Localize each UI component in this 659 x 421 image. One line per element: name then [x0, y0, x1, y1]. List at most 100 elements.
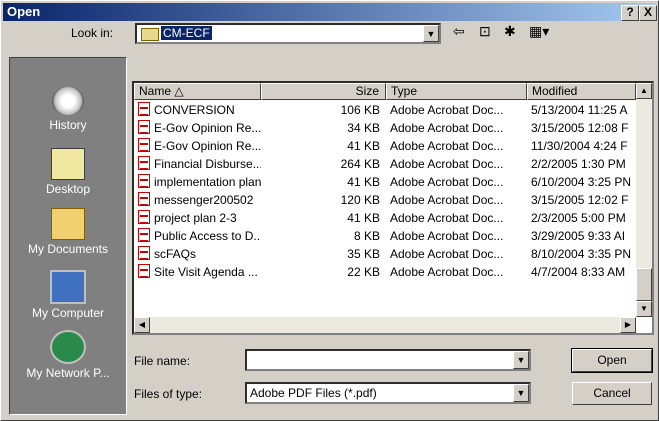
places-bar: History Desktop My Documents My Computer…	[9, 57, 127, 415]
file-name-cell: Public Access to D...	[154, 229, 261, 243]
file-size-cell: 41 KB	[347, 175, 380, 189]
file-name-cell: scFAQs	[154, 247, 197, 261]
table-row[interactable]: Public Access to D... 8 KB Adobe Acrobat D…	[134, 227, 634, 245]
table-row[interactable]: implementation plan 41 KB Adobe Acrobat Do…	[134, 173, 634, 191]
pdf-file-icon	[138, 264, 150, 278]
look-in-select[interactable]: CM-ECF ▼	[135, 23, 441, 44]
file-type-cell: Adobe Acrobat Doc...	[390, 247, 504, 261]
file-size-cell: 8 KB	[353, 229, 380, 243]
file-name-cell: CONVERSION	[154, 103, 235, 117]
window-title: Open	[7, 4, 41, 19]
my-computer-icon	[50, 270, 86, 304]
table-row[interactable]: E-Gov Opinion Re... 41 KB Adobe Acrobat Do…	[134, 137, 634, 155]
table-row[interactable]: Site Visit Agenda ... 22 KB Adobe Acrobat …	[134, 263, 634, 281]
pdf-file-icon	[138, 246, 150, 260]
file-name-cell: Financial Disburse...	[154, 157, 261, 171]
file-name-cell: E-Gov Opinion Re...	[154, 139, 261, 153]
table-row[interactable]: CONVERSION 106 KB Adobe Acrobat Doc... 5/13…	[134, 101, 634, 119]
file-type-cell: Adobe Acrobat Doc...	[390, 157, 504, 171]
chevron-down-icon[interactable]: ▼	[513, 351, 529, 369]
file-modified-cell: 5/13/2004 11:25 A	[531, 103, 628, 117]
table-row[interactable]: Financial Disburse... 264 KB Adobe Acrobat…	[134, 155, 634, 173]
column-header-modified[interactable]: Modified	[527, 83, 636, 100]
help-button[interactable]: ?	[621, 5, 639, 21]
file-type-cell: Adobe Acrobat Doc...	[390, 193, 504, 207]
file-type-cell: Adobe Acrobat Doc...	[390, 121, 504, 135]
place-history[interactable]: History	[10, 86, 126, 132]
pdf-file-icon	[138, 192, 150, 206]
scroll-down-icon[interactable]: ▼	[636, 301, 652, 317]
my-documents-icon	[51, 208, 85, 240]
pdf-file-icon	[138, 120, 150, 134]
file-modified-cell: 6/10/2004 3:25 PN	[531, 175, 632, 189]
column-header-size[interactable]: Size	[261, 83, 386, 100]
back-icon[interactable]: ⇦	[453, 23, 465, 40]
file-name-label: File name:	[134, 354, 191, 368]
place-network[interactable]: My Network P...	[10, 330, 126, 380]
close-button[interactable]: X	[639, 5, 657, 21]
place-my-computer[interactable]: My Computer	[10, 270, 126, 320]
desktop-icon	[51, 148, 85, 180]
scroll-left-icon[interactable]: ◀	[134, 317, 150, 333]
file-name-cell: implementation plan	[154, 175, 261, 189]
table-row[interactable]: E-Gov Opinion Re... 34 KB Adobe Acrobat Do…	[134, 119, 634, 137]
place-desktop[interactable]: Desktop	[10, 148, 126, 196]
file-size-cell: 34 KB	[347, 121, 380, 135]
pdf-file-icon	[138, 210, 150, 224]
file-type-cell: Adobe Acrobat Doc...	[390, 139, 504, 153]
file-name-cell: messenger200502	[154, 193, 254, 207]
file-size-cell: 35 KB	[347, 247, 380, 261]
column-header-type[interactable]: Type	[386, 83, 527, 100]
pdf-file-icon	[138, 138, 150, 152]
file-modified-cell: 4/7/2004 8:33 AM	[531, 265, 626, 279]
file-type-select[interactable]: Adobe PDF Files (*.pdf) ▼	[245, 382, 531, 404]
file-size-cell: 22 KB	[347, 265, 380, 279]
file-modified-cell: 3/29/2005 9:33 AI	[531, 229, 626, 243]
table-row[interactable]: messenger200502 120 KB Adobe Acrobat Doc..…	[134, 191, 634, 209]
look-in-value: CM-ECF	[161, 26, 212, 40]
table-row[interactable]: scFAQs 35 KB Adobe Acrobat Doc... 8/10/2004…	[134, 245, 634, 263]
new-folder-icon[interactable]: ✱	[504, 23, 516, 40]
folder-icon	[141, 28, 159, 41]
chevron-down-icon[interactable]: ▼	[513, 384, 529, 402]
file-type-cell: Adobe Acrobat Doc...	[390, 229, 504, 243]
chevron-down-icon[interactable]: ▼	[423, 25, 439, 42]
title-bar[interactable]: Open ? X	[3, 3, 657, 21]
up-folder-icon[interactable]: ⊡	[479, 23, 491, 40]
place-my-documents[interactable]: My Documents	[10, 208, 126, 256]
file-name-cell: Site Visit Agenda ...	[154, 265, 258, 279]
scroll-thumb[interactable]	[636, 268, 652, 301]
file-modified-cell: 3/15/2005 12:02 F	[531, 193, 629, 207]
file-name-cell: E-Gov Opinion Re...	[154, 121, 261, 135]
open-dialog: Open ? X Look in: CM-ECF ▼ ⇦ ⊡ ✱ ▦▾ Hist…	[0, 0, 659, 421]
open-button[interactable]: Open	[571, 348, 653, 373]
file-size-cell: 41 KB	[347, 139, 380, 153]
file-size-cell: 41 KB	[347, 211, 380, 225]
pdf-file-icon	[138, 174, 150, 188]
file-list[interactable]: Name △ Size Type Modified CONVERSION 106 …	[132, 81, 654, 335]
column-header-name[interactable]: Name △	[134, 83, 261, 100]
file-modified-cell: 2/2/2005 1:30 PM	[531, 157, 626, 171]
file-modified-cell: 11/30/2004 4:24 F	[531, 139, 628, 153]
pdf-file-icon	[138, 156, 150, 170]
view-menu-icon[interactable]: ▦▾	[529, 23, 549, 40]
file-type-cell: Adobe Acrobat Doc...	[390, 211, 504, 225]
history-icon	[52, 86, 84, 116]
file-type-label: Files of type:	[134, 387, 203, 401]
pdf-file-icon	[138, 228, 150, 242]
file-modified-cell: 3/15/2005 12:08 F	[531, 121, 629, 135]
horizontal-scrollbar[interactable]: ◀ ▶	[134, 317, 636, 333]
vertical-scrollbar[interactable]: ▲ ▼	[636, 83, 652, 317]
file-size-cell: 106 KB	[340, 103, 380, 117]
pdf-file-icon	[138, 102, 150, 116]
file-size-cell: 120 KB	[340, 193, 380, 207]
file-modified-cell: 2/3/2005 5:00 PM	[531, 211, 626, 225]
file-name-input[interactable]: ▼	[245, 349, 531, 371]
scroll-up-icon[interactable]: ▲	[636, 83, 652, 99]
cancel-button[interactable]: Cancel	[572, 382, 652, 405]
table-row[interactable]: project plan 2-3 41 KB Adobe Acrobat Doc..…	[134, 209, 634, 227]
look-in-label: Look in:	[71, 26, 114, 40]
file-modified-cell: 8/10/2004 3:35 PN	[531, 247, 632, 261]
network-places-icon	[50, 330, 86, 364]
scroll-right-icon[interactable]: ▶	[620, 317, 636, 333]
